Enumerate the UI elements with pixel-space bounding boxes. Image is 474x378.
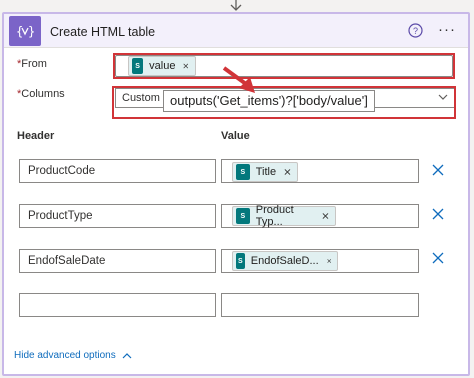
hide-advanced-options-label: Hide advanced options xyxy=(14,350,116,361)
from-value-token[interactable]: S value xyxy=(128,56,196,76)
remove-token-icon[interactable] xyxy=(326,257,331,265)
remove-token-icon[interactable] xyxy=(322,212,329,220)
svg-text:}: } xyxy=(28,25,35,39)
row-header-input[interactable]: EndofSaleDate xyxy=(19,249,216,273)
action-header[interactable]: { } Create HTML table ? ··· xyxy=(4,14,468,48)
from-label-text: From xyxy=(21,58,47,70)
value-token-label: Product Typ... xyxy=(255,204,294,228)
sharepoint-icon: S xyxy=(236,208,250,224)
hide-advanced-options-link[interactable]: Hide advanced options xyxy=(14,350,132,361)
value-token[interactable]: S Title xyxy=(232,162,298,182)
columns-label: *Columns xyxy=(17,88,65,100)
delete-row-icon[interactable] xyxy=(432,208,444,220)
annotation-arrow-icon xyxy=(222,66,255,93)
header-column-label: Header xyxy=(17,130,55,142)
value-token[interactable]: S EndofSaleD... xyxy=(232,251,338,271)
more-options-icon[interactable]: ··· xyxy=(438,22,456,37)
value-column-label: Value xyxy=(221,130,250,142)
sharepoint-icon: S xyxy=(236,164,250,180)
new-row-value-input[interactable] xyxy=(221,293,419,317)
value-token-label: Title xyxy=(255,166,277,178)
remove-token-icon[interactable] xyxy=(284,168,291,176)
svg-text:?: ? xyxy=(413,26,418,36)
value-token[interactable]: S Product Typ... xyxy=(232,204,336,228)
expression-tooltip: outputs('Get_items')?['body/value'] xyxy=(163,90,375,112)
row-header-input[interactable]: ProductCode xyxy=(19,159,216,183)
remove-token-icon[interactable] xyxy=(183,62,189,70)
chevron-up-icon xyxy=(122,353,132,359)
row-header-input[interactable]: ProductType xyxy=(19,204,216,228)
delete-row-icon[interactable] xyxy=(432,252,444,264)
connector-arrow-icon xyxy=(230,0,242,11)
help-icon[interactable]: ? xyxy=(408,23,423,38)
delete-row-icon[interactable] xyxy=(432,164,444,176)
new-row-header-input[interactable] xyxy=(19,293,216,317)
data-operation-icon: { } xyxy=(9,16,41,46)
svg-text:{: { xyxy=(16,25,23,39)
action-title: Create HTML table xyxy=(50,25,156,39)
value-token-label: EndofSaleD... xyxy=(250,255,319,267)
sharepoint-icon: S xyxy=(132,58,144,74)
from-token-label: value xyxy=(149,60,176,72)
columns-label-text: Columns xyxy=(21,88,65,100)
sharepoint-icon: S xyxy=(236,253,245,269)
from-label: *From xyxy=(17,58,47,70)
